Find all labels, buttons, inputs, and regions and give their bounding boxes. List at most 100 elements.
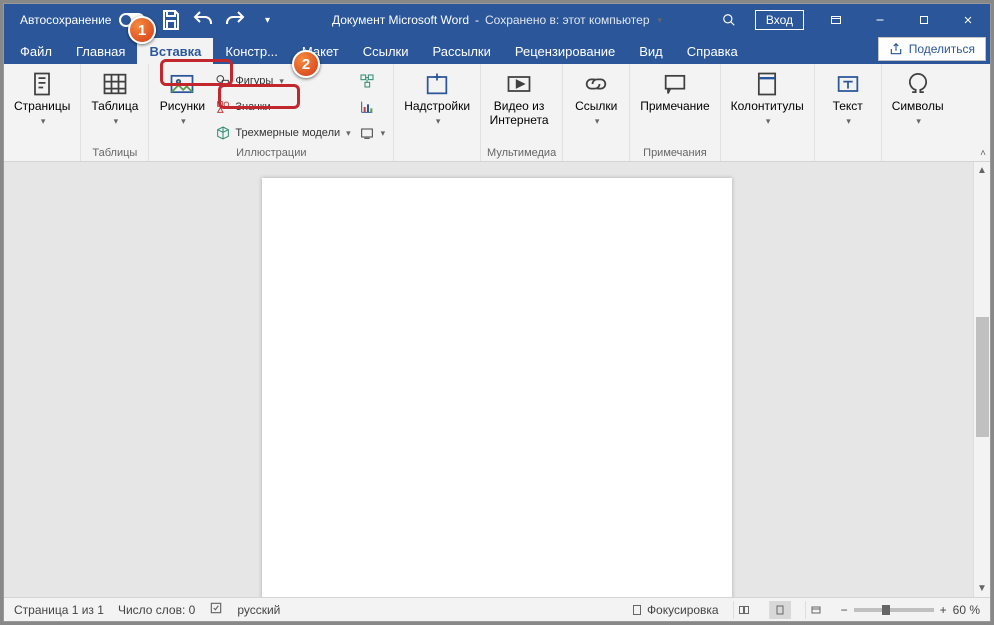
- tab-file[interactable]: Файл: [4, 38, 64, 64]
- text-button[interactable]: Текст▾: [821, 68, 875, 128]
- links-label: Ссылки: [575, 100, 617, 114]
- addins-label: Надстройки: [404, 100, 470, 114]
- group-links: Ссылки▾: [563, 64, 630, 161]
- page-indicator[interactable]: Страница 1 из 1: [14, 603, 104, 617]
- share-label: Поделиться: [909, 42, 975, 56]
- annotation-marker-1: 1: [128, 16, 156, 44]
- scroll-up-icon[interactable]: ▲: [974, 162, 990, 179]
- zoom-out-button[interactable]: −: [841, 603, 848, 617]
- minimize-icon[interactable]: [858, 4, 902, 36]
- table-button[interactable]: Таблица▾: [87, 68, 142, 128]
- chevron-down-icon[interactable]: ▾: [658, 15, 663, 26]
- page-icon: [28, 70, 56, 98]
- tab-references[interactable]: Ссылки: [351, 38, 421, 64]
- icons-button[interactable]: Значки: [213, 94, 352, 120]
- shapes-label: Фигуры: [235, 75, 273, 87]
- status-bar: Страница 1 из 1 Число слов: 0 русский Фо…: [4, 597, 990, 621]
- group-tables: Таблица▾ Таблицы: [81, 64, 149, 161]
- collapse-ribbon-icon[interactable]: ˄: [980, 148, 986, 159]
- chart-button[interactable]: [357, 94, 388, 120]
- word-count[interactable]: Число слов: 0: [118, 603, 195, 617]
- document-area[interactable]: ▲ ▼: [4, 162, 990, 597]
- maximize-icon[interactable]: [902, 4, 946, 36]
- save-icon[interactable]: [159, 8, 183, 32]
- comment-button[interactable]: Примечание: [636, 68, 713, 116]
- addins-button[interactable]: Надстройки▾: [400, 68, 474, 128]
- smartart-button[interactable]: [357, 68, 388, 94]
- ribbon-display-icon[interactable]: [814, 4, 858, 36]
- web-layout-icon[interactable]: [805, 601, 827, 619]
- pages-button[interactable]: Страницы▾: [10, 68, 74, 128]
- zoom-value[interactable]: 60 %: [953, 603, 980, 617]
- group-text: Текст▾: [815, 64, 882, 161]
- group-label-comments: Примечания: [636, 147, 713, 161]
- headerfooter-button[interactable]: Колонтитулы▾: [727, 68, 808, 128]
- tab-help[interactable]: Справка: [675, 38, 750, 64]
- search-icon[interactable]: [713, 13, 745, 27]
- online-video-button[interactable]: Видео из Интернета: [487, 68, 551, 130]
- comment-icon: [661, 70, 689, 98]
- scroll-thumb[interactable]: [976, 317, 989, 437]
- symbols-button[interactable]: Символы▾: [888, 68, 948, 128]
- print-layout-icon[interactable]: [769, 601, 791, 619]
- zoom-in-button[interactable]: +: [940, 603, 947, 617]
- group-symbols: Символы▾: [882, 64, 954, 161]
- share-icon: [889, 42, 903, 56]
- tab-mailings[interactable]: Рассылки: [421, 38, 503, 64]
- headerfooter-label: Колонтитулы: [731, 100, 804, 114]
- tab-home[interactable]: Главная: [64, 38, 137, 64]
- icons-label: Значки: [235, 101, 270, 113]
- screenshot-icon: [359, 125, 375, 141]
- window-title: Документ Microsoft Word - Сохранено в: э…: [332, 13, 662, 27]
- undo-icon[interactable]: [191, 8, 215, 32]
- group-media: Видео из Интернета Мультимедиа: [481, 64, 563, 161]
- tab-review[interactable]: Рецензирование: [503, 38, 627, 64]
- link-icon: [582, 70, 610, 98]
- close-icon[interactable]: [946, 4, 990, 36]
- read-mode-icon[interactable]: [733, 601, 755, 619]
- zoom-slider[interactable]: [854, 608, 934, 612]
- tab-design[interactable]: Констр...: [213, 38, 290, 64]
- screenshot-button[interactable]: ▾: [357, 120, 388, 146]
- models3d-button[interactable]: Трехмерные модели▾: [213, 120, 352, 146]
- qat-customize-icon[interactable]: ▾: [255, 8, 279, 32]
- video-label: Видео из Интернета: [490, 100, 549, 128]
- autosave-label: Автосохранение: [4, 13, 119, 27]
- shapes-icon: [215, 73, 231, 89]
- pages-label: Страницы: [14, 100, 70, 114]
- login-button[interactable]: Вход: [755, 10, 804, 30]
- share-button[interactable]: Поделиться: [878, 37, 986, 61]
- group-pages: Страницы▾: [4, 64, 81, 161]
- redo-icon[interactable]: [223, 8, 247, 32]
- group-comments: Примечание Примечания: [630, 64, 720, 161]
- shapes-button[interactable]: Фигуры▾: [213, 68, 352, 94]
- focus-mode[interactable]: Фокусировка: [631, 603, 719, 617]
- addin-icon: [423, 70, 451, 98]
- document-page[interactable]: [262, 178, 732, 597]
- ribbon: Страницы▾ Таблица▾ Таблицы Рисунки▾: [4, 64, 990, 162]
- chart-icon: [359, 99, 375, 115]
- tab-view[interactable]: Вид: [627, 38, 675, 64]
- group-label-tables: Таблицы: [87, 147, 142, 161]
- annotation-marker-2: 2: [292, 50, 320, 78]
- focus-icon: [631, 604, 643, 616]
- scroll-down-icon[interactable]: ▼: [974, 580, 990, 597]
- table-icon: [101, 70, 129, 98]
- proofing-icon[interactable]: [209, 601, 223, 618]
- group-addins: Надстройки▾: [394, 64, 481, 161]
- language-indicator[interactable]: русский: [237, 603, 280, 617]
- zoom-control: − + 60 %: [841, 603, 980, 617]
- document-title: Документ Microsoft Word: [332, 13, 469, 27]
- saved-location[interactable]: Сохранено в: этот компьютер: [485, 13, 650, 27]
- cube-icon: [215, 125, 231, 141]
- group-headerfooter: Колонтитулы▾: [721, 64, 815, 161]
- quick-access-toolbar: ▾: [159, 8, 279, 32]
- group-label-media: Мультимедиа: [487, 147, 556, 161]
- text-label: Текст: [833, 100, 863, 114]
- headerfooter-icon: [753, 70, 781, 98]
- pictures-button[interactable]: Рисунки▾: [155, 68, 209, 128]
- links-button[interactable]: Ссылки▾: [569, 68, 623, 128]
- omega-icon: [904, 70, 932, 98]
- picture-icon: [168, 70, 196, 98]
- vertical-scrollbar[interactable]: ▲ ▼: [973, 162, 990, 597]
